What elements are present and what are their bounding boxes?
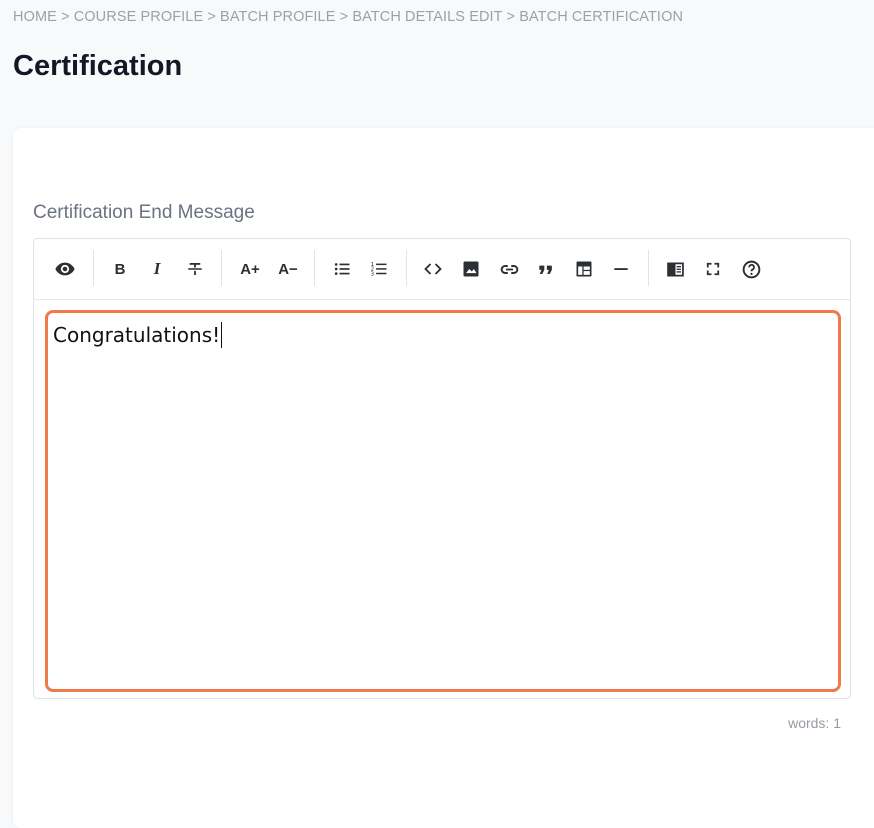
link-button[interactable] (496, 256, 522, 282)
horizontal-rule-button[interactable] (608, 256, 634, 282)
help-icon (742, 260, 760, 278)
image-icon (463, 261, 479, 277)
code-icon (424, 263, 442, 275)
font-size-up-icon: A+ (240, 260, 260, 278)
bullet-list-icon (334, 263, 350, 275)
editor-toolbar: B I A+ A− 1 2 3 (34, 239, 850, 300)
side-by-side-icon (666, 262, 684, 276)
numbered-list-icon: 1 2 3 (371, 262, 387, 277)
eye-icon (55, 262, 75, 276)
side-by-side-button[interactable] (662, 256, 688, 282)
quote-icon (539, 265, 552, 274)
certification-end-message-label: Certification End Message (33, 202, 255, 223)
page-title: Certification (13, 50, 183, 82)
help-button[interactable] (738, 256, 764, 282)
font-size-down-icon: A− (278, 260, 298, 278)
code-button[interactable] (420, 256, 446, 282)
editor-text[interactable]: Congratulations! (53, 322, 223, 348)
strikethrough-icon (188, 263, 202, 275)
link-icon (500, 264, 518, 274)
toolbar-separator (221, 250, 222, 286)
fullscreen-button[interactable] (700, 256, 726, 282)
toolbar-separator (93, 250, 94, 286)
bullet-list-button[interactable] (329, 256, 355, 282)
numbered-list-button[interactable]: 1 2 3 (366, 256, 392, 282)
table-button[interactable] (571, 256, 597, 282)
italic-button[interactable]: I (144, 256, 170, 282)
horizontal-rule-icon (614, 268, 628, 270)
text-caret (221, 322, 223, 348)
fullscreen-icon (706, 262, 720, 276)
editor-content-area[interactable]: Congratulations! (45, 310, 841, 692)
word-count: words: 1 (788, 715, 841, 731)
preview-button[interactable] (52, 256, 78, 282)
breadcrumb[interactable]: HOME > COURSE PROFILE > BATCH PROFILE > … (13, 9, 683, 25)
bold-button[interactable]: B (107, 256, 133, 282)
svg-text:3: 3 (371, 271, 374, 277)
toolbar-separator (314, 250, 315, 286)
strikethrough-button[interactable] (182, 256, 208, 282)
table-icon (576, 261, 592, 277)
italic-icon: I (153, 259, 161, 278)
font-size-up-button[interactable]: A+ (236, 256, 264, 282)
image-button[interactable] (458, 256, 484, 282)
toolbar-separator (406, 250, 407, 286)
toolbar-separator (648, 250, 649, 286)
bold-icon: B (114, 260, 126, 278)
font-size-down-button[interactable]: A− (274, 256, 302, 282)
quote-button[interactable] (533, 256, 559, 282)
editor-content-text: Congratulations! (53, 323, 221, 347)
markdown-editor: B I A+ A− 1 2 3 Congratulations! (33, 238, 851, 699)
